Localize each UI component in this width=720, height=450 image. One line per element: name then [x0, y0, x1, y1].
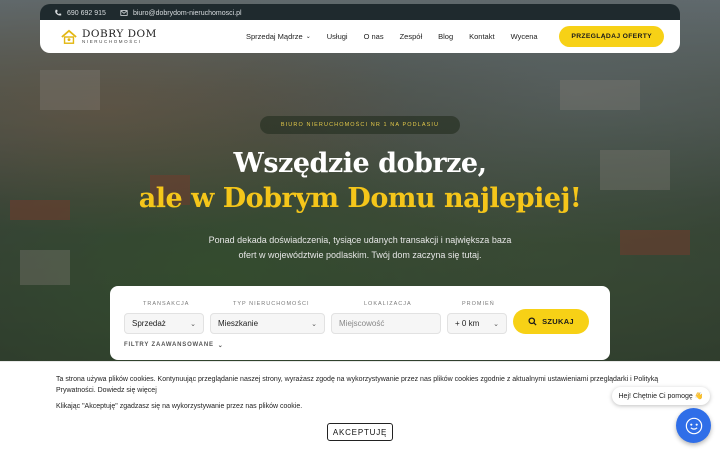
- email-address: biuro@dobrydom-nieruchomosci.pl: [132, 9, 242, 17]
- logo-tagline: NIERUCHOMOŚCI: [82, 39, 142, 44]
- nav-item-label: Kontakt: [469, 32, 495, 41]
- chat-face-icon: [685, 417, 702, 434]
- nav-item-label: Blog: [438, 32, 454, 41]
- chat-launcher-button[interactable]: [676, 408, 711, 443]
- nav-item-label: Sprzedaj Mądrze: [246, 32, 303, 41]
- accept-cookies-button[interactable]: AKCEPTUJĘ: [327, 423, 393, 441]
- hero-headline-line2: ale w Dobrym Domu najlepiej!: [138, 183, 582, 214]
- location-input[interactable]: Miejscowość: [331, 313, 441, 334]
- chevron-down-icon: ⌄: [190, 320, 196, 328]
- chevron-down-icon: ⌄: [305, 34, 311, 40]
- main-menu: Sprzedaj Mądrze ⌄ Usługi O nas Zespół Bl…: [238, 32, 546, 41]
- radius-select[interactable]: + 0 km ⌄: [447, 313, 507, 334]
- hero-headline-line1: Wszędzie dobrze,: [233, 148, 487, 179]
- nav-item-label: Zespół: [399, 32, 423, 41]
- chevron-down-icon: ⌄: [311, 320, 317, 328]
- nav-item-kontakt[interactable]: Kontakt: [461, 32, 502, 41]
- cookie-consent-text: Klikając "Akceptuję" zgadzasz się na wyk…: [56, 403, 303, 410]
- nav-item-uslugi[interactable]: Usługi: [319, 32, 356, 41]
- chevron-down-icon: ⌄: [493, 320, 499, 328]
- phone-number: 690 692 915: [67, 9, 106, 17]
- phone-icon: [55, 9, 62, 16]
- hero-badge: BIURO NIERUCHOMOŚCI NR 1 NA PODLASIU: [260, 116, 460, 134]
- advanced-filters-toggle[interactable]: FILTRY ZAAWANSOWANE ⌄: [124, 342, 224, 349]
- advanced-filters-label: FILTRY ZAAWANSOWANE: [124, 342, 214, 348]
- transaction-label: TRANSAKCJA: [143, 301, 190, 307]
- location-label: LOKALIZACJA: [364, 301, 412, 307]
- property-search-panel: TRANSAKCJA Sprzedaż ⌄ TYP NIERUCHOMOŚCI …: [110, 286, 610, 360]
- transaction-select[interactable]: Sprzedaż ⌄: [124, 313, 204, 334]
- transaction-value: Sprzedaż: [132, 319, 166, 328]
- nav-item-label: O nas: [363, 32, 384, 41]
- logo[interactable]: DOBRY DOM NIERUCHOMOŚCI: [60, 27, 220, 45]
- main-navbar: DOBRY DOM NIERUCHOMOŚCI Sprzedaj Mądrze …: [40, 20, 680, 53]
- nav-item-label: Wycena: [510, 32, 538, 41]
- browse-offers-button[interactable]: PRZEGLĄDAJ OFERTY: [559, 26, 664, 47]
- cookie-text: Ta strona używa plików cookies. Kontynuu…: [56, 376, 659, 394]
- mail-icon: [120, 10, 128, 16]
- chevron-down-icon: ⌄: [217, 343, 224, 349]
- logo-name: DOBRY DOM: [82, 27, 157, 40]
- hero-lead-text: Ponad dekada doświadczenia, tysiące udan…: [208, 235, 512, 260]
- nav-item-o-nas[interactable]: O nas: [356, 32, 392, 41]
- search-button[interactable]: SZUKAJ: [513, 309, 589, 334]
- search-button-label: SZUKAJ: [542, 317, 574, 326]
- property-type-select[interactable]: Mieszkanie ⌄: [210, 313, 325, 334]
- phone-contact[interactable]: 690 692 915: [54, 9, 106, 17]
- nav-item-blog[interactable]: Blog: [430, 32, 461, 41]
- property-type-label: TYP NIERUCHOMOŚCI: [233, 301, 310, 307]
- radius-value: + 0 km: [455, 319, 480, 328]
- nav-item-wycena[interactable]: Wycena: [503, 32, 546, 41]
- radius-label: PROMIEŃ: [462, 301, 495, 307]
- property-type-value: Mieszkanie: [218, 319, 259, 328]
- search-icon: [528, 317, 537, 326]
- nav-item-sprzedaj[interactable]: Sprzedaj Mądrze ⌄: [238, 32, 319, 41]
- nav-item-label: Usługi: [326, 32, 348, 41]
- cookie-banner: Ta strona używa plików cookies. Kontynuu…: [0, 361, 720, 450]
- nav-item-zespol[interactable]: Zespół: [392, 32, 431, 41]
- location-placeholder: Miejscowość: [339, 319, 385, 328]
- house-logo-icon: [61, 29, 77, 44]
- email-contact[interactable]: biuro@dobrydom-nieruchomosci.pl: [120, 9, 242, 17]
- chat-greeting-bubble[interactable]: Hej! Chętnie Ci pomogę 👋: [612, 387, 710, 405]
